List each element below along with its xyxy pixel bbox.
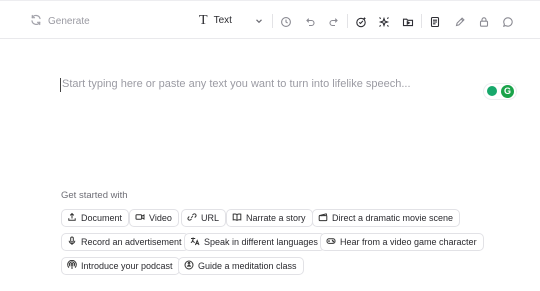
gamepad-icon: [326, 236, 336, 248]
toolbar-divider: [272, 14, 273, 28]
chip-label: URL: [201, 213, 220, 223]
clapperboard-icon: [318, 212, 328, 224]
podcast-icon: [67, 259, 77, 272]
toolbar-divider: [347, 14, 348, 28]
chip-narrate-story[interactable]: Narrate a story: [226, 209, 313, 227]
editor-input[interactable]: Start typing here or paste any text you …: [62, 78, 411, 90]
chip-label: Record an advertisement: [81, 237, 182, 247]
chip-label: Narrate a story: [246, 213, 306, 223]
generate-button[interactable]: Generate: [30, 14, 90, 29]
chip-label: Document: [81, 213, 123, 223]
chip-different-languages[interactable]: Speak in different languages: [184, 233, 325, 251]
upload-icon: [67, 212, 77, 224]
grammar-widget[interactable]: G: [484, 84, 516, 99]
sparkle-frame-icon[interactable]: [378, 16, 390, 28]
video-icon: [135, 212, 145, 224]
chip-document[interactable]: Document: [61, 209, 130, 227]
refresh-icon: [30, 14, 42, 29]
pen-icon[interactable]: [454, 16, 466, 28]
get-started-label: Get started with: [61, 190, 128, 201]
text-cursor: [60, 78, 61, 92]
assistant-icon: [487, 86, 497, 96]
chip-label: Video: [149, 213, 172, 223]
chip-label: Introduce your podcast: [81, 261, 173, 271]
magic-icon[interactable]: [355, 16, 367, 28]
chip-introduce-podcast[interactable]: Introduce your podcast: [61, 257, 180, 275]
link-icon: [187, 212, 197, 224]
chip-record-advertisement[interactable]: Record an advertisement: [61, 233, 189, 251]
text-mode-icon: T: [199, 12, 208, 28]
chip-label: Hear from a video game character: [340, 237, 477, 247]
media-folder-icon[interactable]: [402, 16, 414, 28]
chip-label: Direct a dramatic movie scene: [332, 213, 454, 223]
chip-video[interactable]: Video: [129, 209, 179, 227]
chip-dramatic-movie-scene[interactable]: Direct a dramatic movie scene: [312, 209, 461, 227]
top-divider: [0, 0, 540, 1]
chip-video-game-character[interactable]: Hear from a video game character: [320, 233, 484, 251]
chip-label: Speak in different languages: [204, 237, 318, 247]
toolbar-divider: [421, 14, 422, 28]
comment-icon[interactable]: [502, 16, 514, 28]
chip-url[interactable]: URL: [181, 209, 227, 227]
mode-label: Text: [213, 15, 232, 26]
mode-select[interactable]: T Text: [199, 12, 262, 28]
chevron-down-icon: [254, 16, 264, 26]
chip-label: Guide a meditation class: [198, 261, 297, 271]
text-to-speech-editor: Generate T Text Start typing here or pas…: [0, 0, 540, 291]
grammar-badge-icon: G: [501, 85, 514, 98]
history-icon[interactable]: [280, 16, 292, 28]
editor-toolbar: Generate T Text: [0, 0, 540, 39]
generate-label: Generate: [48, 16, 90, 27]
microphone-icon: [67, 236, 77, 248]
chip-meditation-class[interactable]: Guide a meditation class: [178, 257, 304, 275]
book-icon: [232, 212, 242, 224]
meditation-icon: [184, 260, 194, 272]
translate-icon: [190, 236, 200, 248]
redo-icon[interactable]: [328, 16, 340, 28]
lock-icon[interactable]: [478, 16, 490, 28]
document-icon[interactable]: [429, 16, 441, 28]
undo-icon[interactable]: [304, 16, 316, 28]
